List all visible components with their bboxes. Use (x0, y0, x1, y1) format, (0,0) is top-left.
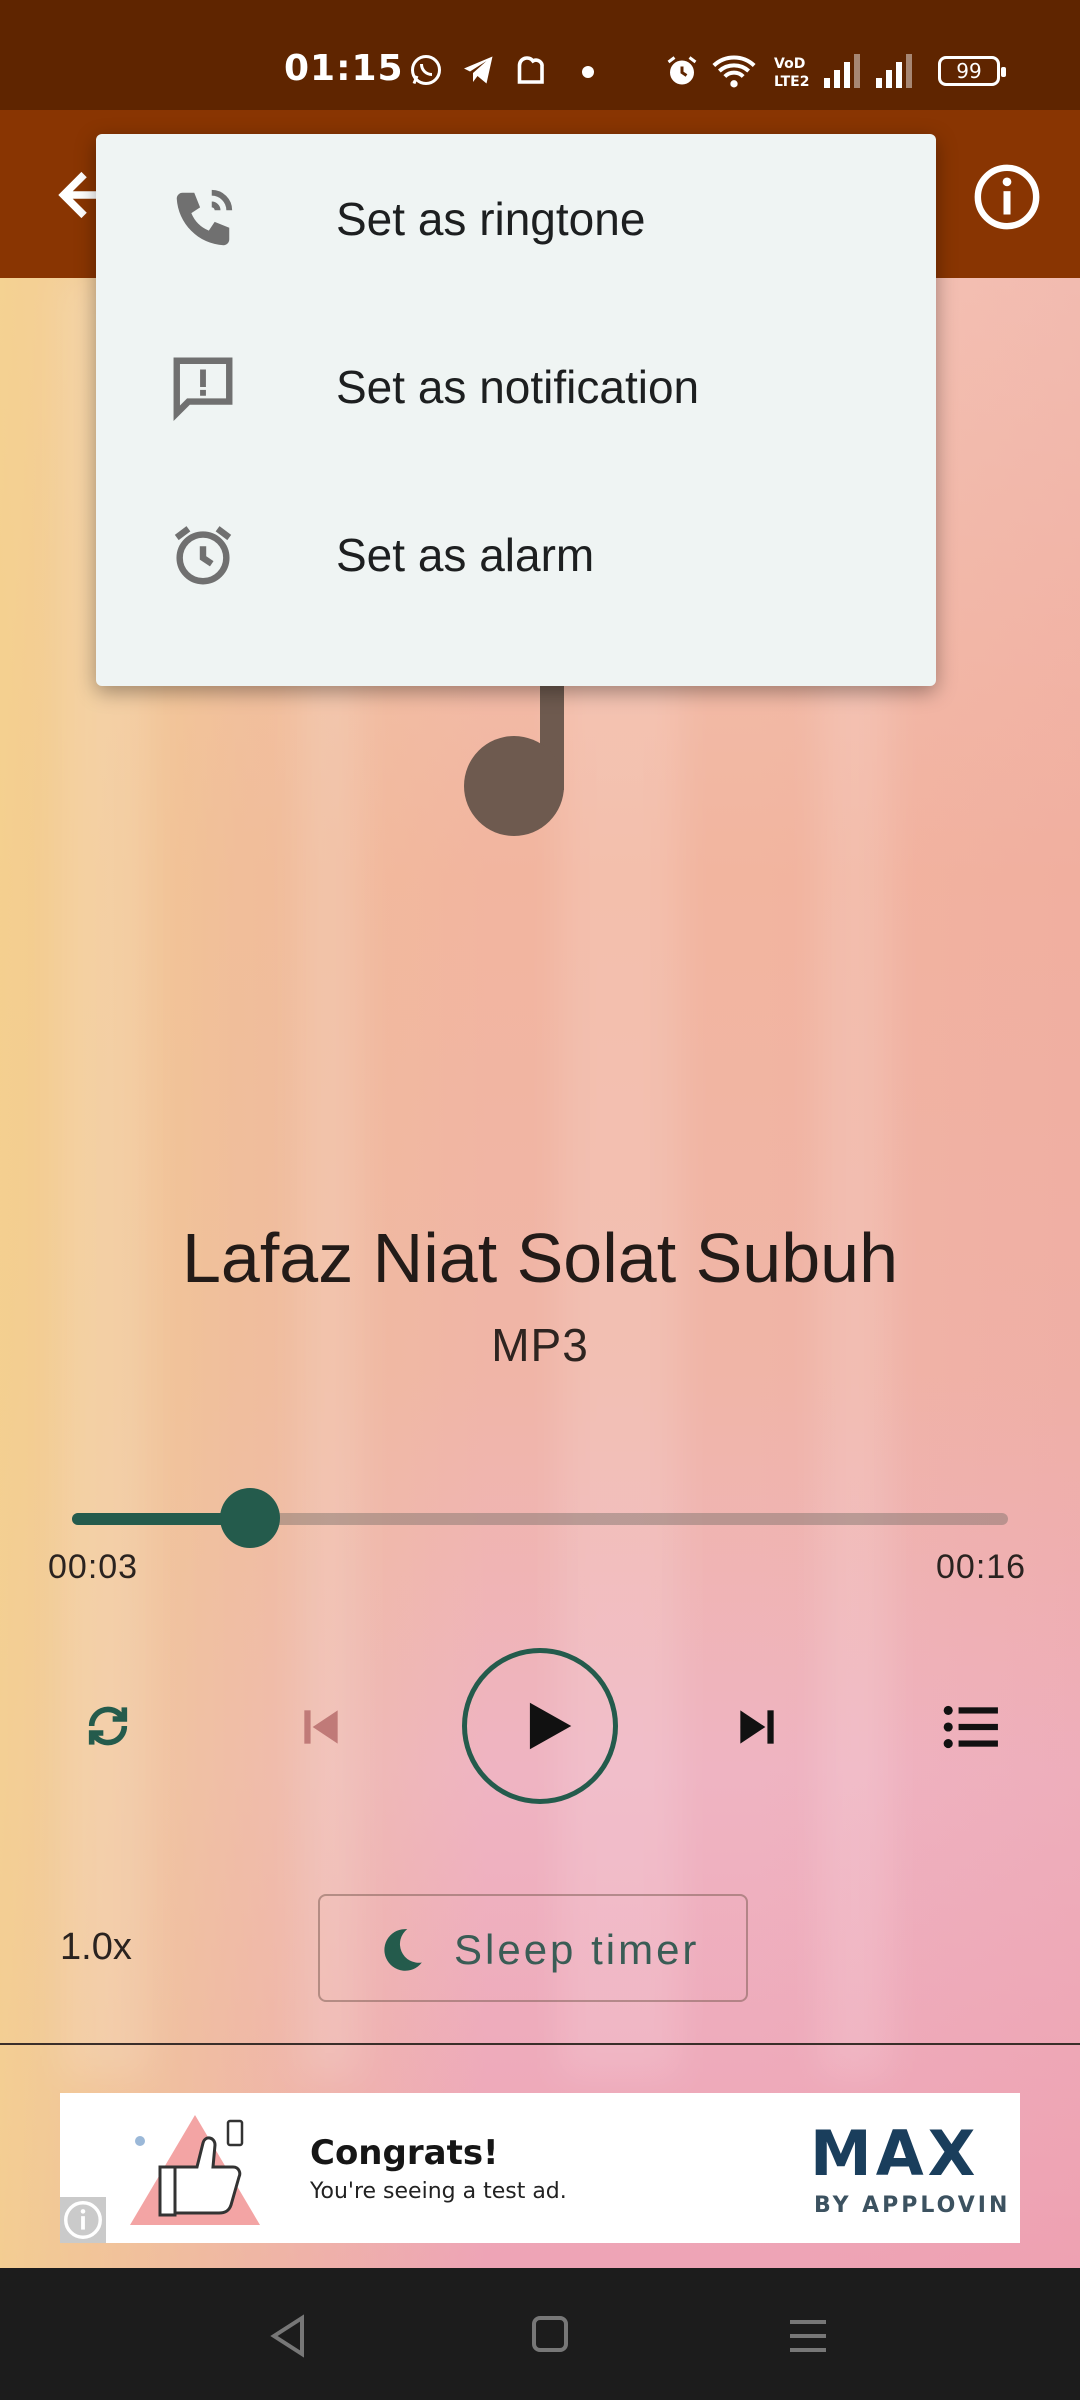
info-icon[interactable] (972, 162, 1042, 232)
menu-item-set-alarm[interactable]: Set as alarm (96, 470, 936, 638)
nav-home-icon[interactable] (530, 2314, 570, 2354)
play-button[interactable] (462, 1648, 618, 1804)
menu-label: Set as alarm (336, 529, 595, 581)
song-format: MP3 (491, 1319, 589, 1371)
svg-text:LTE2: LTE2 (774, 74, 809, 90)
ad-brand-subtitle: BY APPLOVIN (814, 2193, 1011, 2218)
ringtone-options-menu: Set as ringtone Set as notification Set … (96, 134, 936, 686)
sleep-timer-label: Sleep timer (454, 1926, 700, 1973)
notification-message-icon (173, 357, 233, 421)
repeat-icon[interactable] (80, 1696, 136, 1756)
song-title: Lafaz Niat Solat Subuh (181, 1219, 899, 1297)
wifi-icon (712, 55, 756, 88)
status-time: 01:15 (284, 48, 404, 89)
dot-icon (582, 66, 594, 78)
duration-time: 00:16 (936, 1548, 1027, 1586)
previous-icon[interactable] (296, 1702, 346, 1752)
ad-brand-logo: MAX (810, 2117, 980, 2190)
thumbs-up-icon (130, 2115, 260, 2225)
nav-back-icon[interactable] (268, 2314, 308, 2358)
moon-icon (384, 1929, 422, 1971)
notification-icon (517, 56, 544, 84)
navigation-bar (0, 2268, 1080, 2400)
play-icon (529, 1702, 572, 1750)
svg-text:VoD: VoD (774, 56, 805, 72)
alarm-icon (667, 56, 697, 85)
status-bar: 01:15 VoD LTE2 99 (0, 0, 1080, 110)
playlist-icon[interactable] (942, 1702, 1000, 1752)
menu-label: Set as ringtone (336, 193, 646, 245)
signal-icon (876, 54, 912, 88)
telegram-icon (464, 56, 493, 84)
battery-indicator: 99 (938, 56, 1006, 86)
ad-banner[interactable]: Congrats! You're seeing a test ad. MAX B… (60, 2093, 1020, 2243)
menu-label: Set as notification (336, 361, 700, 413)
ad-info-icon (64, 2201, 102, 2239)
whatsapp-icon (411, 55, 441, 85)
elapsed-time: 00:03 (48, 1548, 139, 1586)
seek-bar[interactable] (72, 1513, 1008, 1525)
divider (0, 2043, 1080, 2045)
ad-title: Congrats! (310, 2133, 499, 2173)
alarm-clock-icon (174, 526, 232, 585)
signal-icon (824, 54, 860, 88)
playback-speed[interactable]: 1.0x (60, 1926, 132, 1969)
next-icon[interactable] (732, 1702, 782, 1752)
menu-item-set-ringtone[interactable]: Set as ringtone (96, 134, 936, 302)
nav-menu-icon[interactable] (788, 2316, 828, 2354)
seek-thumb[interactable] (220, 1488, 280, 1548)
volte-icon: VoD LTE2 (774, 56, 809, 90)
menu-item-set-notification[interactable]: Set as notification (96, 302, 936, 470)
ad-info-button[interactable] (60, 2197, 106, 2243)
ringtone-phone-icon (176, 189, 233, 246)
ad-subtitle: You're seeing a test ad. (310, 2179, 567, 2204)
sleep-timer-button[interactable]: Sleep timer (318, 1894, 748, 2002)
